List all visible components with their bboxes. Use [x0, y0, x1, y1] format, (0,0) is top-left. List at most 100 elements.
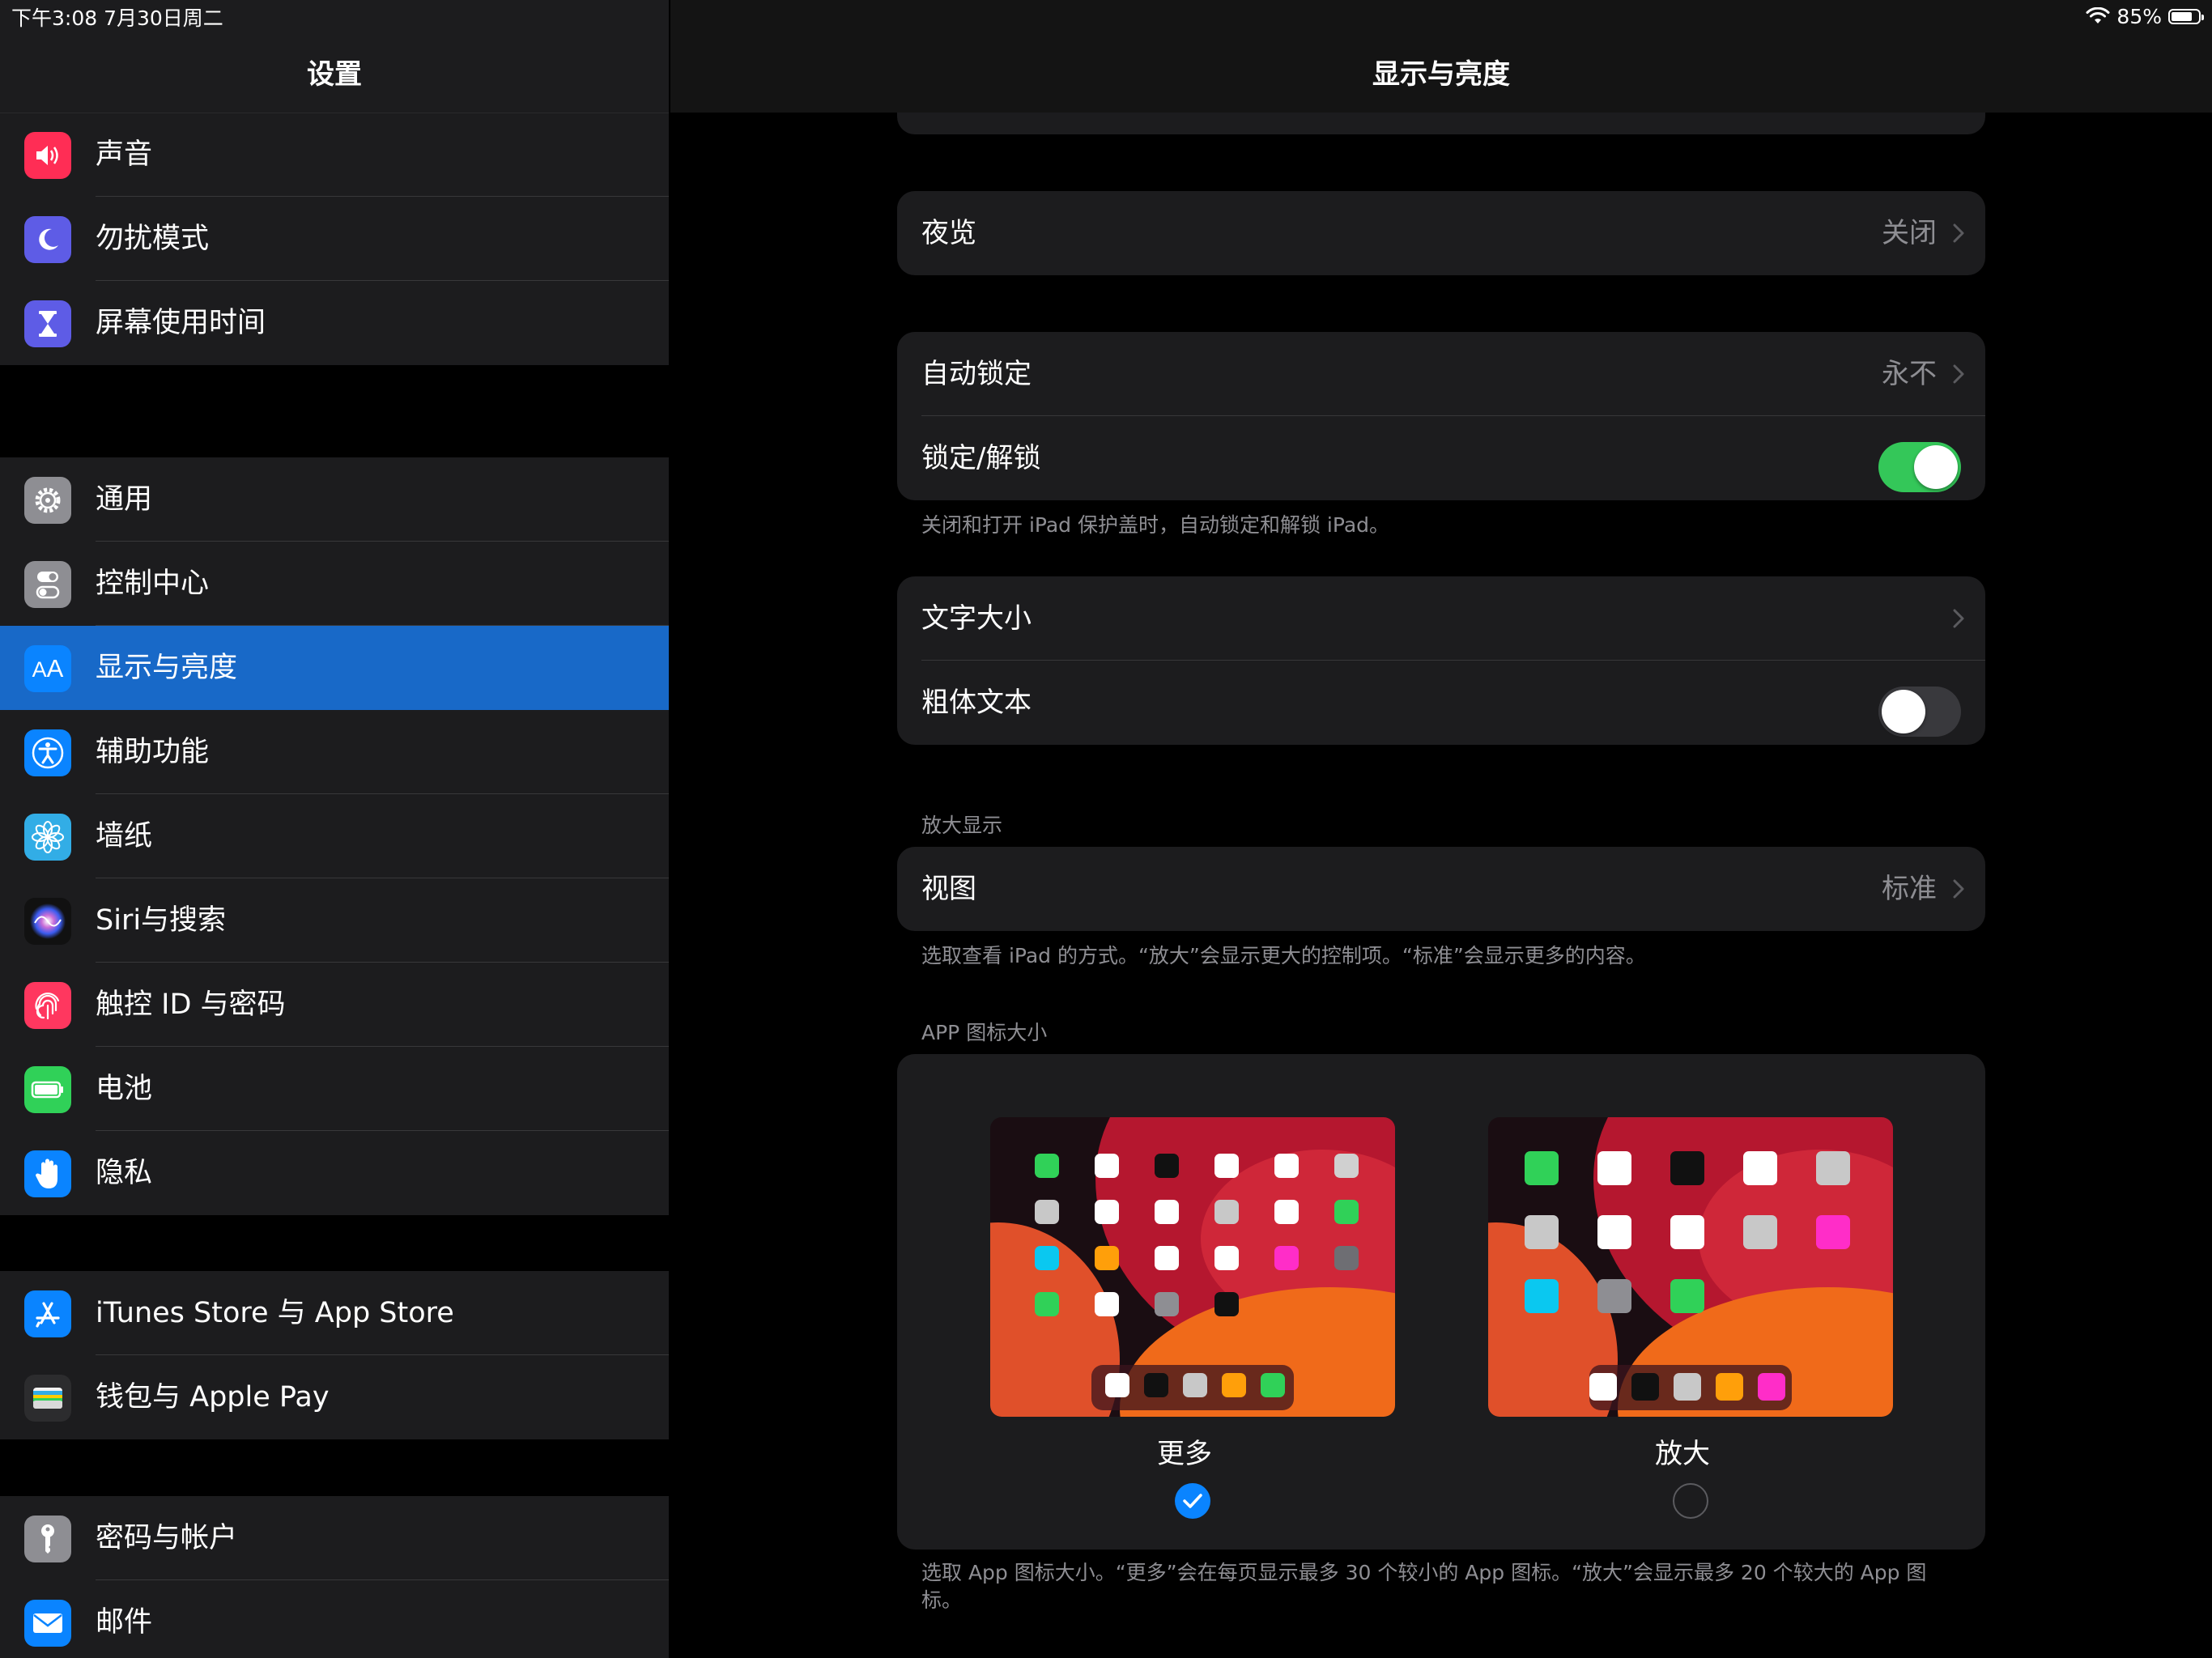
app-icon-thumbnail: [1155, 1292, 1179, 1316]
app-icon-thumbnail: [1334, 1154, 1359, 1178]
view-value: 标准: [1882, 873, 1937, 905]
sidebar-item-wallpaper[interactable]: 墙纸: [0, 794, 669, 878]
accessibility-icon: [24, 729, 71, 776]
view-label: 视图: [921, 873, 976, 905]
app-icon-thumbnail: [1670, 1151, 1704, 1185]
app-store-icon: [24, 1290, 71, 1337]
sidebar-item-label: Siri与搜索: [96, 904, 227, 937]
app-icon-thumbnail: [1144, 1373, 1168, 1397]
icon-size-more-radio[interactable]: [1175, 1483, 1210, 1519]
app-icon-thumbnail: [1597, 1279, 1631, 1313]
sidebar-item-label: 辅助功能: [96, 736, 210, 768]
chevron-right-icon: [1953, 223, 1964, 243]
gear-icon: [24, 477, 71, 524]
wifi-icon: [2086, 7, 2110, 23]
sidebar-item-general[interactable]: 通用: [0, 457, 669, 542]
lock-unlock-toggle[interactable]: [1878, 442, 1961, 492]
sidebar-item-touch-id-passcode[interactable]: 触控 ID 与密码: [0, 963, 669, 1047]
wallet-icon: [24, 1375, 71, 1422]
app-icon-thumbnail: [1816, 1215, 1850, 1249]
sidebar-item-sounds[interactable]: 声音: [0, 113, 669, 197]
auto-lock-value: 永不: [1882, 358, 1937, 390]
auto-lock-label: 自动锁定: [921, 358, 1032, 390]
moon-icon: [24, 216, 71, 263]
night-shift-label: 夜览: [921, 217, 976, 249]
sidebar-item-display-brightness[interactable]: AA 显示与亮度: [0, 626, 669, 710]
app-icon-thumbnail: [1525, 1215, 1559, 1249]
app-icon-thumbnail: [1214, 1154, 1239, 1178]
sidebar-item-label: 通用: [96, 483, 153, 516]
sidebar-item-label: 隐私: [96, 1157, 153, 1189]
icon-size-more-preview[interactable]: [990, 1117, 1395, 1417]
app-icon-thumbnail: [1674, 1373, 1701, 1401]
view-footer: 选取查看 iPad 的方式。“放大”会显示更大的控制项。“标准”会显示更多的内容…: [921, 944, 1646, 967]
sidebar-item-do-not-disturb[interactable]: 勿扰模式: [0, 197, 669, 281]
sidebar-item-itunes-app-store[interactable]: iTunes Store 与 App Store: [0, 1271, 669, 1355]
sidebar-item-label: iTunes Store 与 App Store: [96, 1297, 454, 1329]
sidebar-item-label: 勿扰模式: [96, 223, 210, 255]
sidebar-group-3: iTunes Store 与 App Store 钱包与 Apple Pay: [0, 1271, 669, 1439]
sidebar-title: 设置: [307, 58, 362, 91]
app-icon-thumbnail: [1035, 1200, 1059, 1224]
app-icon-thumbnail: [1183, 1373, 1207, 1397]
night-shift-row[interactable]: 夜览 关闭: [897, 191, 1985, 275]
night-shift-card: 夜览 关闭: [897, 191, 1985, 275]
app-icon-thumbnail: [1035, 1154, 1059, 1178]
battery-percent: 85%: [2116, 4, 2162, 28]
app-icon-thumbnail: [1261, 1373, 1285, 1397]
zoom-card: 视图 标准: [897, 847, 1985, 931]
sidebar-item-siri-search[interactable]: Siri与搜索: [0, 878, 669, 963]
sidebar-item-wallet-apple-pay[interactable]: 钱包与 Apple Pay: [0, 1355, 669, 1439]
hand-icon: [24, 1150, 71, 1197]
sidebar-item-label: 邮件: [96, 1606, 153, 1639]
app-icon-thumbnail: [1334, 1200, 1359, 1224]
bold-text-row: 粗体文本: [897, 661, 1985, 745]
app-icon-thumbnail: [1105, 1373, 1129, 1397]
mail-icon: [24, 1600, 71, 1647]
sidebar-item-accessibility[interactable]: 辅助功能: [0, 710, 669, 794]
app-icon-thumbnail: [1816, 1151, 1850, 1185]
sidebar-item-battery[interactable]: 电池: [0, 1047, 669, 1131]
sidebar-item-control-center[interactable]: 控制中心: [0, 542, 669, 626]
checkmark-icon: [1183, 1494, 1202, 1508]
battery-icon: [24, 1066, 71, 1113]
auto-lock-row[interactable]: 自动锁定 永不: [897, 332, 1985, 416]
icon-size-larger-preview[interactable]: [1488, 1117, 1893, 1417]
app-icon-thumbnail: [1743, 1215, 1777, 1249]
app-icon-thumbnail: [1743, 1151, 1777, 1185]
flower-icon: [24, 814, 71, 861]
app-icon-thumbnail: [1525, 1279, 1559, 1313]
app-icon-thumbnail: [1222, 1373, 1246, 1397]
settings-sidebar: 设置 通知 声音 勿扰模式 屏幕使用时间: [0, 0, 669, 1658]
lock-unlock-row: 锁定/解锁: [897, 416, 1985, 500]
hourglass-icon: [24, 300, 71, 347]
sidebar-item-mail[interactable]: 邮件: [0, 1580, 669, 1658]
sidebar-group-2: 通用 控制中心 AA 显示与亮度 辅助功能 墙纸 Siri与搜索 触控 ID 与…: [0, 457, 669, 1215]
lock-unlock-label: 锁定/解锁: [921, 442, 1041, 474]
sidebar-group-1: 通知 声音 勿扰模式 屏幕使用时间: [0, 48, 669, 365]
app-icon-thumbnail: [1274, 1246, 1299, 1270]
view-row[interactable]: 视图 标准: [897, 847, 1985, 931]
text-size-row[interactable]: 文字大小: [897, 576, 1985, 661]
speaker-icon: [24, 132, 71, 179]
icon-size-header: APP 图标大小: [921, 1021, 1048, 1044]
sidebar-item-label: 墙纸: [96, 820, 153, 852]
text-size-icon: AA: [24, 645, 71, 692]
status-indicators: 85%: [2086, 2, 2204, 30]
app-icon-thumbnail: [1095, 1292, 1119, 1316]
icon-size-card: 更多 放大: [897, 1054, 1985, 1550]
detail-pane: 显示与亮度 夜览 关闭 自动锁定 永不 锁定/解锁 关闭和打开 iPad 保护盖…: [670, 0, 2212, 1658]
app-icon-thumbnail: [1597, 1151, 1631, 1185]
bold-text-toggle[interactable]: [1878, 687, 1961, 737]
sidebar-item-screen-time[interactable]: 屏幕使用时间: [0, 281, 669, 365]
app-icon-thumbnail: [1214, 1200, 1239, 1224]
lock-card: 自动锁定 永不 锁定/解锁: [897, 332, 1985, 500]
sidebar-item-passwords-accounts[interactable]: 密码与帐户: [0, 1496, 669, 1580]
app-icon-thumbnail: [1155, 1154, 1179, 1178]
app-icon-thumbnail: [1274, 1200, 1299, 1224]
app-icon-thumbnail: [1095, 1154, 1119, 1178]
sidebar-item-privacy[interactable]: 隐私: [0, 1131, 669, 1215]
icon-size-larger-radio[interactable]: [1673, 1483, 1708, 1519]
detail-title: 显示与亮度: [1372, 58, 1510, 91]
key-icon: [24, 1516, 71, 1562]
